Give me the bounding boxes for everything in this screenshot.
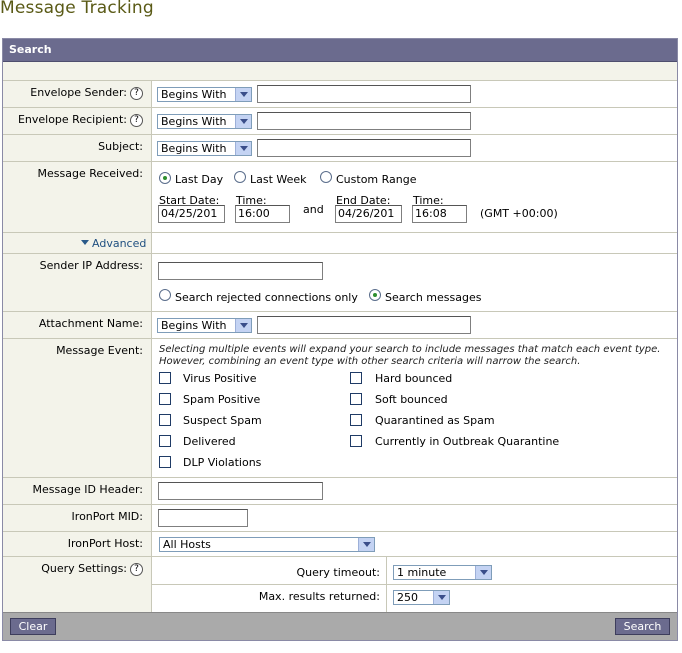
help-icon[interactable]: ? xyxy=(130,562,143,576)
envelope-sender-row: Envelope Sender:? Begins With xyxy=(3,81,677,108)
quarantined-as-spam-label: Quarantined as Spam xyxy=(375,414,495,427)
dlp-violations-label: DLP Violations xyxy=(183,456,262,469)
attachment-name-label: Attachment Name: xyxy=(38,317,143,330)
advanced-toggle[interactable]: Advanced xyxy=(92,237,146,250)
soft-bounced-label: Soft bounced xyxy=(375,393,448,406)
page-title: Message Tracking xyxy=(0,0,154,18)
hard-bounced-checkbox[interactable] xyxy=(350,372,362,384)
start-time-input[interactable]: 16:00 xyxy=(235,205,290,223)
dlp-violations-checkbox[interactable] xyxy=(159,456,171,468)
quarantined-as-spam-checkbox[interactable] xyxy=(350,414,362,426)
max-results-select[interactable]: 250 xyxy=(393,590,450,605)
end-time-input[interactable]: 16:08 xyxy=(412,205,467,223)
message-event-label: Message Event: xyxy=(56,344,143,357)
spam-positive-checkbox[interactable] xyxy=(159,393,171,405)
max-results-label: Max. results returned: xyxy=(258,590,380,603)
sender-ip-row: Sender IP Address: Search rejected conne… xyxy=(3,254,677,312)
chevron-down-icon xyxy=(433,591,449,604)
attachment-name-row: Attachment Name: Begins With xyxy=(3,312,677,339)
delivered-label: Delivered xyxy=(183,435,236,448)
attachment-name-input[interactable] xyxy=(257,316,471,334)
virus-positive-label: Virus Positive xyxy=(183,372,257,385)
chevron-down-icon xyxy=(358,538,374,551)
timezone-label: (GMT +00:00) xyxy=(480,207,558,220)
and-label: and xyxy=(303,203,324,216)
attachment-operator-select[interactable]: Begins With xyxy=(157,318,252,333)
query-settings-row: Query Settings:? Query timeout: 1 minute… xyxy=(3,557,677,613)
spam-positive-label: Spam Positive xyxy=(183,393,261,406)
message-id-header-input[interactable] xyxy=(158,482,323,500)
chevron-down-icon xyxy=(475,566,491,579)
search-panel: Search Envelope Sender:? Begins With Env… xyxy=(2,38,678,641)
message-id-header-label: Message ID Header: xyxy=(32,483,143,496)
subject-operator-select[interactable]: Begins With xyxy=(157,141,252,156)
custom-range-radio[interactable] xyxy=(320,171,332,183)
envelope-sender-operator-select[interactable]: Begins With xyxy=(157,87,252,102)
query-timeout-label: Query timeout: xyxy=(296,566,381,579)
search-messages-radio[interactable] xyxy=(369,289,381,301)
outbreak-quarantine-label: Currently in Outbreak Quarantine xyxy=(375,435,560,448)
suspect-spam-label: Suspect Spam xyxy=(183,414,262,427)
ironport-host-row: IronPort Host: All Hosts xyxy=(3,532,677,557)
chevron-down-icon xyxy=(235,88,251,101)
help-icon[interactable]: ? xyxy=(130,86,143,100)
last-week-label: Last Week xyxy=(250,173,307,186)
panel-spacer xyxy=(3,62,677,81)
search-rejected-label: Search rejected connections only xyxy=(175,291,358,304)
last-day-radio[interactable] xyxy=(159,172,171,184)
virus-positive-checkbox[interactable] xyxy=(159,372,171,384)
message-id-header-row: Message ID Header: xyxy=(3,478,677,505)
envelope-recipient-operator-select[interactable]: Begins With xyxy=(157,114,252,129)
last-day-label: Last Day xyxy=(175,173,224,186)
envelope-recipient-label: Envelope Recipient: xyxy=(17,113,127,126)
chevron-down-icon xyxy=(235,115,251,128)
message-event-note: Selecting multiple events will expand yo… xyxy=(159,344,661,367)
envelope-recipient-row: Envelope Recipient:? Begins With xyxy=(3,108,677,135)
ironport-mid-input[interactable] xyxy=(158,509,248,527)
ironport-mid-label: IronPort MID: xyxy=(71,510,143,523)
sender-ip-input[interactable] xyxy=(158,262,323,280)
search-button[interactable]: Search xyxy=(615,618,670,635)
message-received-label: Message Received: xyxy=(37,167,143,180)
search-rejected-radio[interactable] xyxy=(159,289,171,301)
start-date-input[interactable]: 04/25/201 xyxy=(158,205,225,223)
subject-input[interactable] xyxy=(257,139,471,157)
help-icon[interactable]: ? xyxy=(130,113,143,127)
ironport-host-label: IronPort Host: xyxy=(67,537,143,550)
outbreak-quarantine-checkbox[interactable] xyxy=(350,435,362,447)
chevron-down-icon xyxy=(235,142,251,155)
ironport-host-select[interactable]: All Hosts xyxy=(159,537,375,552)
suspect-spam-checkbox[interactable] xyxy=(159,414,171,426)
message-received-row: Message Received: Last Day Last Week Cus… xyxy=(3,162,677,233)
subject-row: Subject: Begins With xyxy=(3,135,677,162)
search-messages-label: Search messages xyxy=(385,291,482,304)
hard-bounced-label: Hard bounced xyxy=(375,372,453,385)
chevron-down-icon[interactable] xyxy=(81,240,89,245)
last-week-radio[interactable] xyxy=(234,171,246,183)
delivered-checkbox[interactable] xyxy=(159,435,171,447)
custom-range-label: Custom Range xyxy=(336,173,417,186)
sender-ip-label: Sender IP Address: xyxy=(39,259,143,272)
end-date-input[interactable]: 04/26/201 xyxy=(335,205,402,223)
query-timeout-select[interactable]: 1 minute xyxy=(393,565,492,580)
message-event-row: Message Event: Selecting multiple events… xyxy=(3,339,677,478)
search-panel-header: Search xyxy=(3,39,677,62)
query-settings-label: Query Settings: xyxy=(41,562,127,575)
envelope-sender-label: Envelope Sender: xyxy=(30,86,127,99)
envelope-sender-input[interactable] xyxy=(257,85,471,103)
envelope-recipient-input[interactable] xyxy=(257,112,471,130)
chevron-down-icon xyxy=(235,319,251,332)
subject-label: Subject: xyxy=(98,140,143,153)
clear-button[interactable]: Clear xyxy=(10,618,56,635)
soft-bounced-checkbox[interactable] xyxy=(350,393,362,405)
ironport-mid-row: IronPort MID: xyxy=(3,505,677,532)
advanced-row: Advanced xyxy=(3,233,677,254)
panel-footer: Clear Search xyxy=(3,612,677,640)
